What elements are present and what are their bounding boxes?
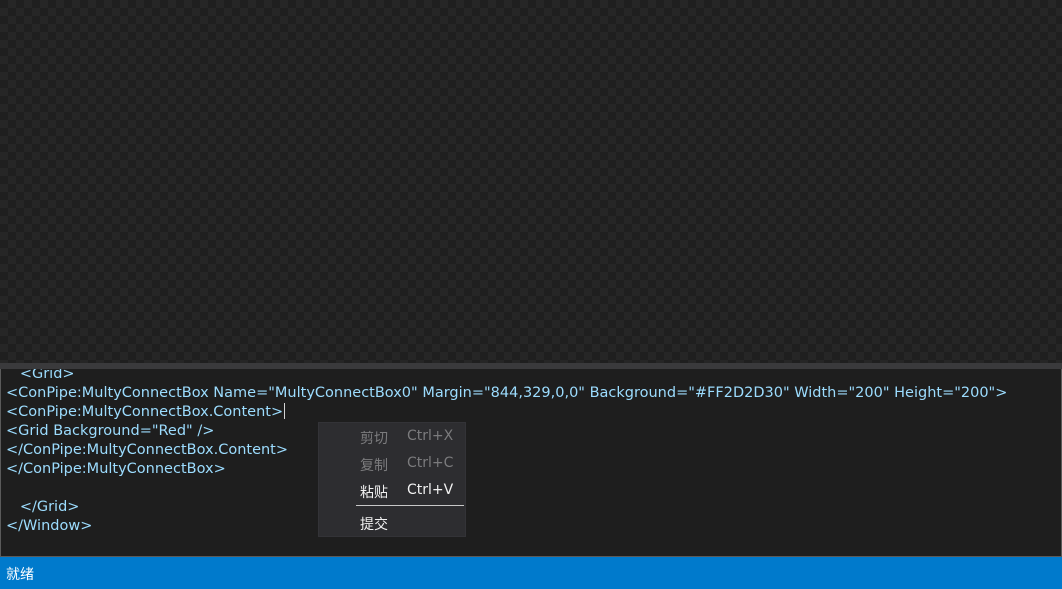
- menu-item-cut[interactable]: 剪切 Ctrl+X: [319, 423, 465, 450]
- context-menu: 剪切 Ctrl+X 复制 Ctrl+C 粘贴 Ctrl+V 提交: [318, 422, 466, 537]
- code-line: </Grid>: [6, 499, 80, 515]
- design-canvas[interactable]: [0, 0, 1062, 363]
- text-caret: [284, 403, 286, 419]
- status-bar: 就绪: [0, 557, 1062, 589]
- menu-item-shortcut: Ctrl+C: [407, 455, 454, 471]
- menu-separator: [356, 505, 464, 506]
- code-line: </Window>: [6, 518, 93, 534]
- code-text: <Grid> <ConPipe:MultyConnectBox Name="Mu…: [6, 369, 1007, 536]
- status-text: 就绪: [6, 567, 34, 583]
- menu-item-paste[interactable]: 粘贴 Ctrl+V: [319, 477, 465, 504]
- xaml-code-editor[interactable]: <Grid> <ConPipe:MultyConnectBox Name="Mu…: [0, 369, 1062, 557]
- menu-item-label: 粘贴: [360, 485, 388, 501]
- code-line-text: <ConPipe:MultyConnectBox.Content>: [6, 404, 284, 420]
- code-line: <Grid Background="Red" />: [6, 423, 215, 439]
- code-line-with-caret: <ConPipe:MultyConnectBox.Content>: [6, 403, 1007, 422]
- menu-item-shortcut: Ctrl+V: [407, 482, 454, 498]
- code-line: </ConPipe:MultyConnectBox.Content>: [6, 442, 289, 458]
- menu-item-submit[interactable]: 提交: [319, 509, 465, 536]
- code-line: <ConPipe:MultyConnectBox Name="MultyConn…: [6, 385, 1008, 401]
- menu-item-label: 剪切: [360, 431, 388, 447]
- code-line: <Grid>: [6, 369, 75, 382]
- menu-item-copy[interactable]: 复制 Ctrl+C: [319, 450, 465, 477]
- code-line: </ConPipe:MultyConnectBox>: [6, 461, 226, 477]
- menu-item-label: 提交: [360, 517, 388, 533]
- menu-item-shortcut: Ctrl+X: [407, 428, 454, 444]
- menu-item-label: 复制: [360, 458, 388, 474]
